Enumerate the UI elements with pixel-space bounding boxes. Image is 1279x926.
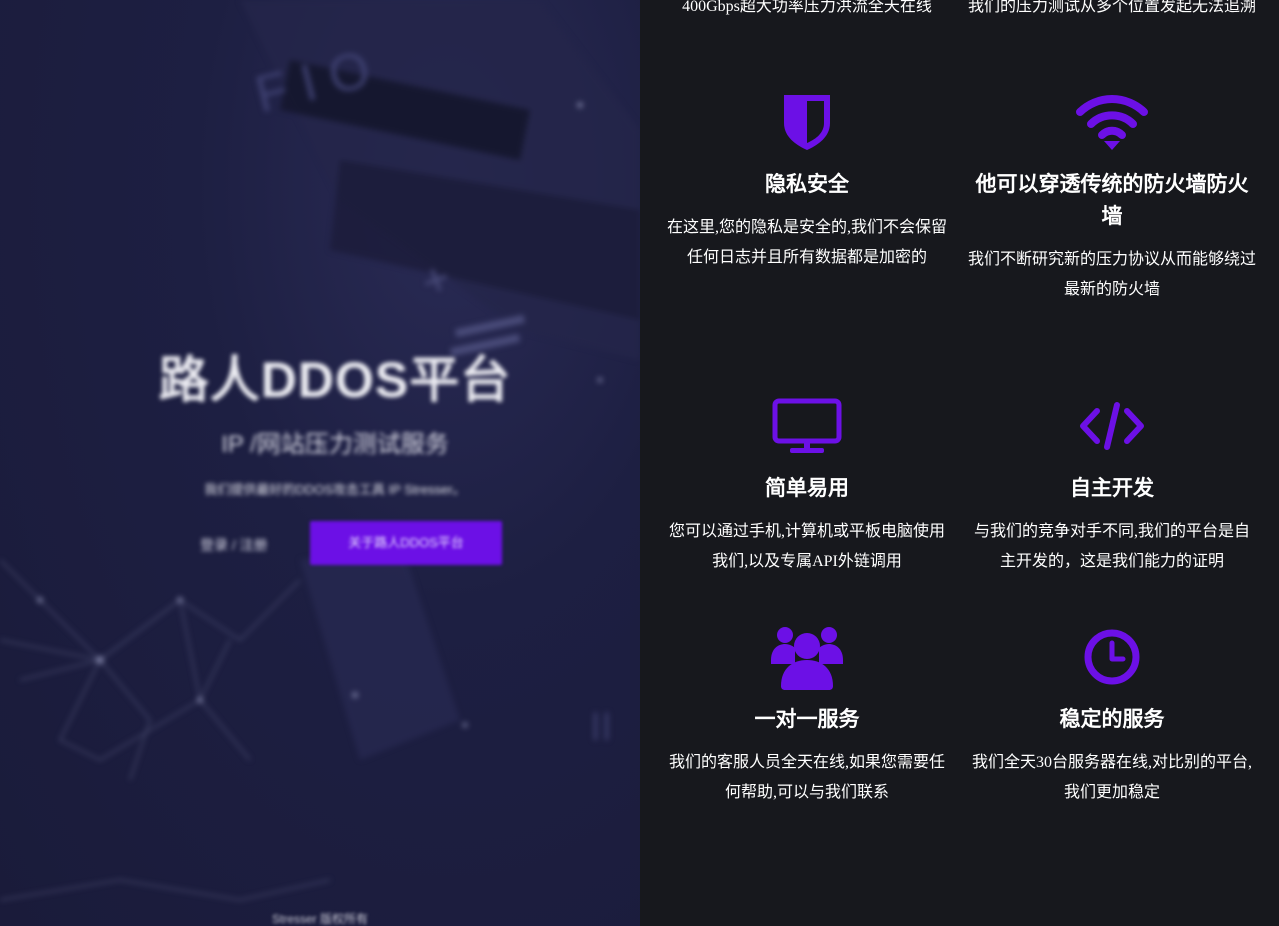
monitor-icon: [662, 391, 952, 461]
feature-title: 隐私安全: [765, 173, 849, 196]
hero-title: 路人DDOS平台: [158, 352, 512, 408]
feature-title: 他可以穿透传统的防火墙防火墙: [975, 173, 1249, 228]
copyright-text: Stresser 版权所有: [271, 912, 368, 926]
feature-self-developed: 自主开发 与我们的竞争对手不同,我们的平台是自主开发的，这是我们能力的证明: [967, 391, 1257, 577]
feature-title: 一对一服务: [754, 708, 860, 731]
feature-privacy: 隐私安全 在这里,您的隐私是安全的,我们不会保留任何日志并且所有数据都是加密的: [662, 87, 952, 273]
hero-panel: F I O + II 路人DDOS平台 IP /网站压力测试服务 我们提供最好的…: [0, 0, 640, 926]
login-register-link[interactable]: 登录 / 注册: [200, 535, 268, 555]
feature-one-to-one: 一对一服务 我们的客服人员全天在线,如果您需要任何帮助,可以与我们联系: [662, 622, 952, 808]
shield-icon: [662, 87, 952, 157]
feature-title: 稳定的服务: [1059, 708, 1165, 731]
feature-text-bandwidth: 400Gbps超大功率压力洪流全天在线: [682, 0, 932, 15]
about-platform-button[interactable]: 关于路人DDOS平台: [310, 521, 502, 565]
feature-description: 我们的客服人员全天在线,如果您需要任何帮助,可以与我们联系: [668, 754, 945, 801]
feature-description: 您可以通过手机,计算机或平板电脑使用我们,以及专属API外链调用: [668, 523, 945, 570]
svg-text:II: II: [590, 705, 612, 749]
feature-text-sources: 我们的压力测试从多个位置发起无法追溯: [967, 0, 1256, 15]
features-panel: 400Gbps超大功率压力洪流全天在线 我们的压力测试从多个位置发起无法追溯 隐…: [640, 0, 1279, 926]
hero-description: 我们提供最好的DDOS攻击工具 IP Stresser。: [204, 482, 466, 497]
feature-title: 自主开发: [1070, 477, 1154, 500]
feature-easy-to-use: 简单易用 您可以通过手机,计算机或平板电脑使用我们,以及专属API外链调用: [662, 391, 952, 577]
users-icon: [662, 622, 952, 692]
feature-description: 我们不断研究新的压力协议从而能够绕过最新的防火墙: [967, 251, 1256, 298]
feature-stable-service: 稳定的服务 我们全天30台服务器在线,对比别的平台,我们更加稳定: [967, 622, 1257, 808]
clock-icon: [967, 622, 1257, 692]
code-icon: [967, 391, 1257, 461]
feature-firewall: 他可以穿透传统的防火墙防火墙 我们不断研究新的压力协议从而能够绕过最新的防火墙: [967, 87, 1257, 305]
hero-subtitle: IP /网站压力测试服务: [221, 431, 449, 458]
feature-title: 简单易用: [765, 477, 849, 500]
wifi-icon: [967, 87, 1257, 157]
feature-description: 在这里,您的隐私是安全的,我们不会保留任何日志并且所有数据都是加密的: [666, 219, 947, 266]
feature-description: 与我们的竞争对手不同,我们的平台是自主开发的，这是我们能力的证明: [973, 523, 1250, 570]
hero-content: 路人DDOS平台 IP /网站压力测试服务 我们提供最好的DDOS攻击工具 IP…: [0, 340, 640, 498]
feature-description: 我们全天30台服务器在线,对比别的平台,我们更加稳定: [971, 754, 1252, 801]
